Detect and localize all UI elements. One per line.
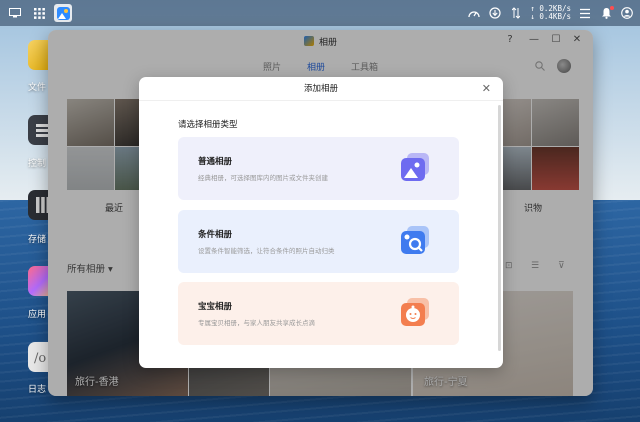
user-account-icon[interactable] bbox=[620, 6, 634, 20]
taskbar-photos-app-button[interactable] bbox=[54, 4, 72, 22]
image-album-icon bbox=[401, 153, 429, 181]
download-icon[interactable] bbox=[488, 6, 502, 20]
card-description: 经典相册，可选择图库内的图片或文件夹创建 bbox=[198, 174, 328, 182]
dialog-scrollbar[interactable] bbox=[498, 105, 501, 351]
card-title: 普通相册 bbox=[198, 157, 233, 167]
dialog-close-button[interactable]: ✕ bbox=[482, 82, 491, 95]
card-title: 宝宝相册 bbox=[198, 302, 233, 312]
baby-album-card[interactable]: 宝宝相册 专属宝贝相册，与家人朋友共享成长点滴 bbox=[178, 282, 459, 345]
desktop-label-storage: 存储 bbox=[28, 235, 47, 245]
grid-icon bbox=[33, 7, 45, 19]
normal-album-card[interactable]: 普通相册 经典相册，可选择图库内的图片或文件夹创建 bbox=[178, 137, 459, 200]
monitor-icon bbox=[9, 8, 21, 18]
desktop-label-logs: 日志 bbox=[28, 385, 47, 395]
dialog-heading: 请选择相册类型 bbox=[178, 120, 238, 130]
baby-face-album-icon bbox=[401, 298, 429, 326]
desktop-label-apps: 应用 bbox=[28, 310, 47, 320]
dialog-title: 添加相册 bbox=[139, 77, 503, 101]
card-title: 条件相册 bbox=[198, 230, 233, 240]
taskbar-tray: ↑ 0.2KB/s ↓ 0.4KB/s bbox=[467, 0, 634, 26]
desktop-label-control: 控制 bbox=[28, 159, 47, 169]
network-activity-icon bbox=[509, 6, 523, 20]
add-album-dialog: 添加相册 ✕ 请选择相册类型 普通相册 经典相册，可选择图库内的图片或文件夹创建… bbox=[139, 77, 503, 368]
taskbar: ↑ 0.2KB/s ↓ 0.4KB/s bbox=[0, 0, 640, 26]
download-speed: ↓ 0.4KB/s bbox=[530, 12, 571, 21]
show-desktop-button[interactable] bbox=[6, 4, 24, 22]
notification-bell-icon[interactable] bbox=[599, 6, 614, 20]
svg-text:/o: /o bbox=[34, 351, 46, 366]
conditional-album-card[interactable]: 条件相册 设置条件智能筛选，让符合条件的照片自动归类 bbox=[178, 210, 459, 273]
desktop-label-files: 文件 bbox=[28, 83, 47, 93]
speedometer-icon[interactable] bbox=[467, 6, 481, 20]
card-description: 设置条件智能筛选，让符合条件的照片自动归类 bbox=[198, 247, 335, 255]
card-description: 专属宝贝相册，与家人朋友共享成长点滴 bbox=[198, 319, 315, 327]
photos-app-icon bbox=[56, 6, 70, 20]
task-list-icon[interactable] bbox=[578, 6, 592, 20]
app-grid-button[interactable] bbox=[30, 4, 48, 22]
notification-badge bbox=[610, 6, 614, 10]
smart-search-album-icon bbox=[401, 226, 429, 254]
network-speed: ↑ 0.2KB/s ↓ 0.4KB/s bbox=[530, 5, 571, 21]
